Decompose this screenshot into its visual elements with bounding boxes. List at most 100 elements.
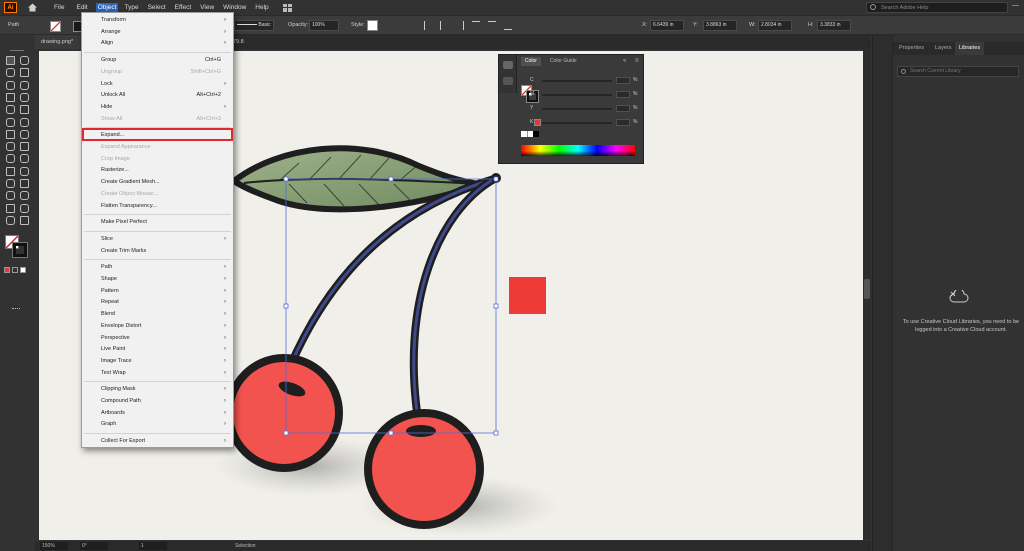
pen-tool-icon[interactable] bbox=[6, 80, 15, 90]
object-menu-item-graph[interactable]: Graph › bbox=[82, 419, 233, 429]
tab-color-guide[interactable]: Color Guide bbox=[546, 57, 581, 66]
magenta-row[interactable]: M% bbox=[520, 91, 642, 99]
home-icon[interactable] bbox=[27, 2, 38, 13]
rotation-field[interactable]: 0° bbox=[80, 542, 108, 550]
color-guide-icon[interactable] bbox=[503, 77, 513, 85]
object-menu-item-hide[interactable]: Hide › bbox=[82, 102, 233, 112]
eyedropper-tool-icon[interactable] bbox=[6, 179, 15, 188]
color-panel-icon[interactable] bbox=[503, 61, 513, 69]
object-menu-item-compound-path[interactable]: Compound Path › bbox=[82, 396, 233, 406]
menu-file[interactable]: File bbox=[52, 3, 66, 12]
shaper-tool-icon[interactable] bbox=[6, 117, 15, 127]
object-menu-item-lock[interactable]: Lock › bbox=[82, 79, 233, 89]
menu-view[interactable]: View bbox=[198, 3, 216, 12]
free-transform-tool-icon[interactable] bbox=[20, 142, 29, 152]
out-of-gamut-swatch[interactable] bbox=[534, 119, 541, 126]
zoom-field[interactable]: 150% bbox=[40, 542, 68, 550]
object-menu-item-collect-for-export[interactable]: Collect For Export › bbox=[82, 436, 233, 446]
rotate-tool-icon[interactable] bbox=[6, 129, 15, 139]
object-menu-item-path[interactable]: Path › bbox=[82, 262, 233, 272]
object-menu-item-image-trace[interactable]: Image Trace › bbox=[82, 356, 233, 366]
h-field[interactable]: 3.3833 in bbox=[817, 20, 851, 31]
object-menu-item-arrange[interactable]: Arrange › bbox=[82, 27, 233, 37]
edit-toolbar-icon[interactable] bbox=[12, 308, 20, 310]
object-menu-item-live-paint[interactable]: Live Paint › bbox=[82, 344, 233, 354]
eraser-tool-icon[interactable] bbox=[20, 117, 29, 127]
tab-layers[interactable]: Layers bbox=[931, 42, 956, 55]
tab-color[interactable]: Color bbox=[521, 57, 541, 66]
minimize-button[interactable]: — bbox=[1012, 2, 1019, 9]
fill-swatch[interactable] bbox=[50, 21, 61, 32]
object-menu-item-group[interactable]: Group Ctrl+G bbox=[82, 55, 233, 65]
object-menu-item-envelope-distort[interactable]: Envelope Distort › bbox=[82, 321, 233, 331]
scroll-thumb[interactable] bbox=[864, 279, 870, 299]
symbol-sprayer-tool-icon[interactable] bbox=[6, 191, 15, 201]
zoom-tool-icon[interactable] bbox=[20, 215, 29, 225]
column-graph-tool-icon[interactable] bbox=[20, 191, 29, 201]
gradient-tool-icon[interactable] bbox=[20, 166, 29, 176]
menu-effect[interactable]: Effect bbox=[173, 3, 194, 12]
perspective-grid-tool-icon[interactable] bbox=[20, 154, 29, 164]
scale-tool-icon[interactable] bbox=[20, 129, 29, 139]
menu-select[interactable]: Select bbox=[146, 3, 168, 12]
object-menu-item-pattern[interactable]: Pattern › bbox=[82, 286, 233, 296]
y-field[interactable]: 3.8863 in bbox=[703, 20, 737, 31]
object-menu-item-repeat[interactable]: Repeat › bbox=[82, 297, 233, 307]
menu-object[interactable]: Object bbox=[95, 3, 119, 12]
object-menu-item-transform[interactable]: Transform › bbox=[82, 15, 233, 25]
artboard-tool-icon[interactable] bbox=[6, 203, 15, 213]
rectangle-tool-icon[interactable] bbox=[6, 105, 15, 115]
toolbar-collapse-icon[interactable] bbox=[10, 50, 24, 53]
yellow-row[interactable]: Y% bbox=[520, 105, 642, 113]
lasso-tool-icon[interactable] bbox=[20, 68, 29, 78]
object-menu-item-flatten-transparency[interactable]: Flatten Transparency... bbox=[82, 201, 233, 211]
magic-wand-tool-icon[interactable] bbox=[6, 68, 15, 78]
w-field[interactable]: 2.8034 in bbox=[758, 20, 792, 31]
object-menu-item-perspective[interactable]: Perspective › bbox=[82, 333, 233, 343]
object-menu-item-rasterize[interactable]: Rasterize... bbox=[82, 165, 233, 175]
object-menu-item-text-wrap[interactable]: Text Wrap › bbox=[82, 368, 233, 378]
mesh-tool-icon[interactable] bbox=[6, 166, 15, 176]
vertical-scrollbar[interactable] bbox=[863, 49, 871, 540]
stroke-color-box[interactable] bbox=[12, 242, 28, 258]
object-menu-item-shape[interactable]: Shape › bbox=[82, 274, 233, 284]
selection-tool-icon[interactable] bbox=[6, 56, 15, 65]
style-swatch[interactable] bbox=[367, 20, 378, 31]
curvature-tool-icon[interactable] bbox=[20, 80, 29, 90]
object-menu-item-clipping-mask[interactable]: Clipping Mask › bbox=[82, 384, 233, 394]
color-mode-buttons[interactable] bbox=[4, 267, 32, 274]
color-spectrum[interactable] bbox=[521, 145, 635, 156]
width-tool-icon[interactable] bbox=[6, 142, 15, 152]
menu-help[interactable]: Help bbox=[253, 3, 270, 12]
object-menu-item-slice[interactable]: Slice › bbox=[82, 234, 233, 244]
menu-type[interactable]: Type bbox=[122, 3, 140, 12]
panel-collapse-icon[interactable]: « bbox=[623, 58, 626, 64]
x-field[interactable]: 6.6439 in bbox=[650, 20, 684, 31]
hand-tool-icon[interactable] bbox=[6, 215, 15, 225]
direct-selection-tool-icon[interactable] bbox=[20, 56, 29, 65]
object-menu-item-unlock-all[interactable]: Unlock All Alt+Ctrl+2 bbox=[82, 90, 233, 100]
object-menu-item-create-trim-marks[interactable]: Create Trim Marks bbox=[82, 246, 233, 256]
panel-menu-icon[interactable]: ≡ bbox=[635, 58, 639, 64]
shape-builder-tool-icon[interactable] bbox=[6, 154, 15, 164]
menu-edit[interactable]: Edit bbox=[74, 3, 89, 12]
object-menu-item-make-pixel-perfect[interactable]: Make Pixel Perfect bbox=[82, 217, 233, 227]
align-icons[interactable] bbox=[424, 21, 584, 31]
object-menu-item-align[interactable]: Align › bbox=[82, 38, 233, 48]
workspace-switcher-icon[interactable] bbox=[282, 3, 293, 12]
object-menu-item-artboards[interactable]: Artboards › bbox=[82, 408, 233, 418]
none-white-black-swatches[interactable] bbox=[521, 131, 541, 137]
blend-tool-icon[interactable] bbox=[20, 179, 29, 188]
artboard-field[interactable]: 1 bbox=[139, 542, 167, 550]
menu-window[interactable]: Window bbox=[221, 3, 248, 12]
line-tool-icon[interactable] bbox=[20, 92, 29, 102]
cyan-row[interactable]: C% bbox=[520, 77, 642, 85]
library-search-input[interactable]: Search Current Library bbox=[897, 66, 1019, 77]
stroke-style-field[interactable]: Basic bbox=[234, 20, 274, 31]
tab-properties[interactable]: Properties bbox=[895, 42, 928, 55]
tab-libraries[interactable]: Libraries bbox=[955, 42, 985, 55]
help-search-input[interactable]: Search Adobe Help bbox=[866, 2, 1008, 13]
slice-tool-icon[interactable] bbox=[20, 203, 29, 213]
object-menu-item-create-gradient-mesh[interactable]: Create Gradient Mesh... bbox=[82, 177, 233, 187]
paintbrush-tool-icon[interactable] bbox=[20, 105, 29, 115]
